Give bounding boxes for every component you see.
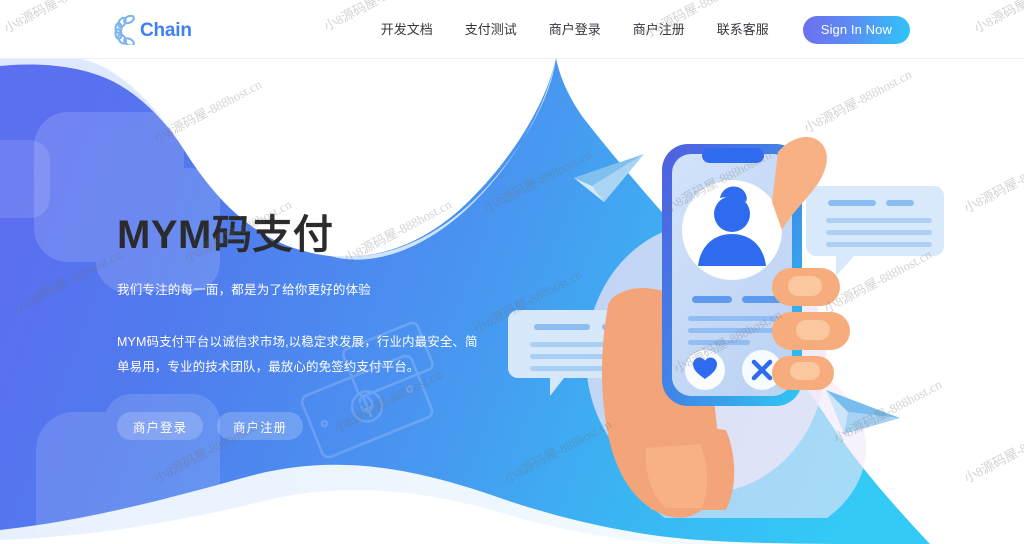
merchant-register-button[interactable]: 商户注册 [217,412,304,440]
heart-button [685,350,725,390]
hero-actions: 商户登录 商户注册 [117,412,517,440]
nav-item-payment-test[interactable]: 支付测试 [449,23,533,36]
hero-content: MYM码支付 我们专注的每一面，都是为了给你更好的体验 MYM码支付平台以诚信求… [117,212,517,440]
nav-item-contact-support[interactable]: 联系客服 [701,23,785,36]
landing-page: Chain 开发文档 支付测试 商户登录 商户注册 联系客服 Sign In N… [0,0,1024,544]
chat-bubble-icon [806,186,944,276]
chain-link-c-icon [114,15,135,45]
sign-in-now-button[interactable]: Sign In Now [802,15,910,44]
logo-text: Chain [140,19,192,41]
nav-item-merchant-login[interactable]: 商户登录 [533,23,617,36]
page-title: MYM码支付 [117,213,334,257]
hero-subtitle: 我们专注的每一面，都是为了给你更好的体验 [117,283,372,297]
nav-item-dev-docs[interactable]: 开发文档 [365,23,449,36]
logo[interactable]: Chain [113,14,192,46]
merchant-login-button[interactable]: 商户登录 [117,412,204,440]
hero-description: MYM码支付平台以诚信求市场,以稳定求发展，行业内最安全、简单易用，专业的技术团… [117,335,478,374]
nav-item-merchant-register[interactable]: 商户注册 [617,23,701,36]
paper-plane-icon [574,154,644,202]
site-header: Chain 开发文档 支付测试 商户登录 商户注册 联系客服 Sign In N… [0,0,1024,59]
main-nav: 开发文档 支付测试 商户登录 商户注册 联系客服 Sign In Now [365,0,910,59]
hero-illustration [496,118,966,518]
